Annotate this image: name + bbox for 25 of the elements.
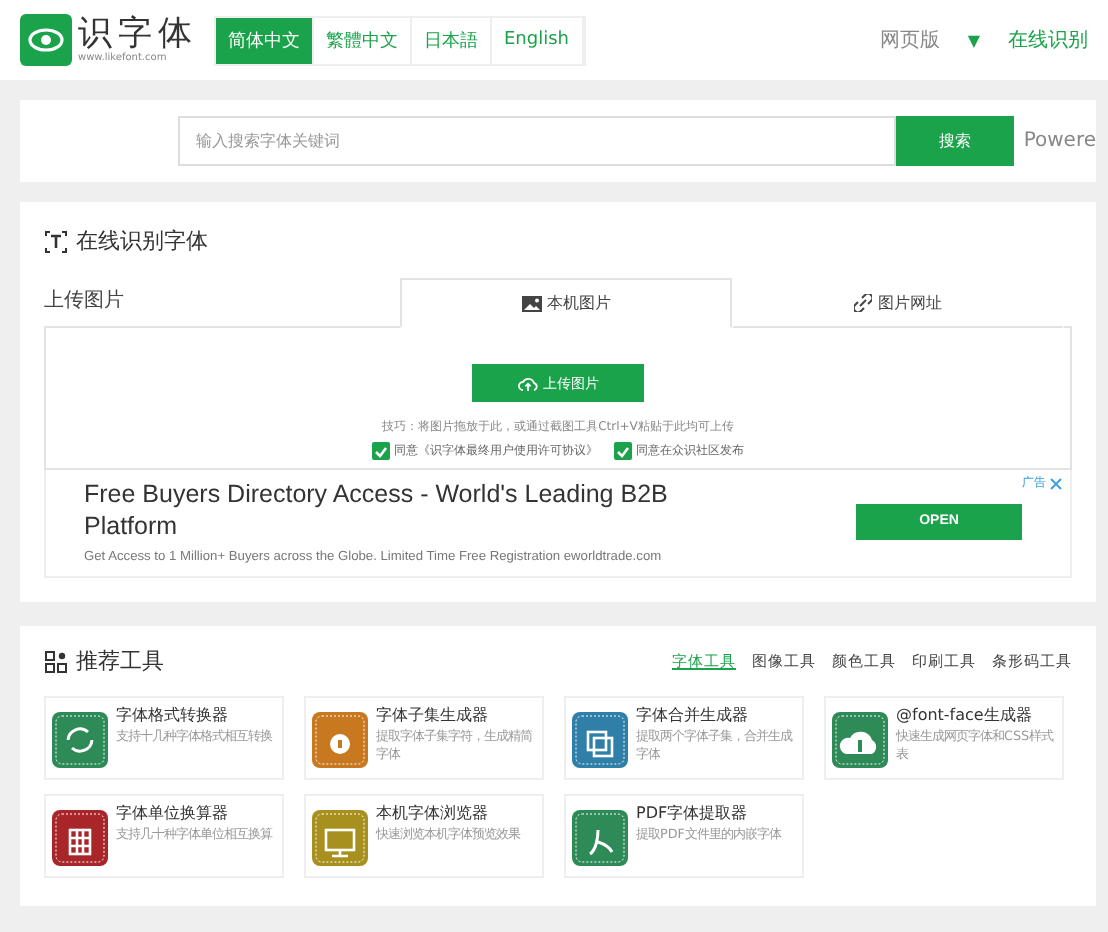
checkbox[interactable] [614, 442, 632, 460]
search-field[interactable]: 输入搜索字体关键词 [178, 116, 897, 166]
tool-name: 字体子集生成器 [376, 704, 490, 726]
ad-headline[interactable]: Free Buyers Directory Access - World's Leading B2B Platform [84, 478, 724, 542]
close-icon[interactable] [1050, 477, 1062, 489]
upload-label: 上传图片 [44, 287, 126, 316]
tool-name: 本机字体浏览器 [376, 802, 490, 824]
text-scan-icon [44, 229, 68, 253]
logo-text: 识字体 [78, 16, 198, 52]
logo-icon [20, 14, 72, 66]
image-icon [521, 295, 541, 311]
tool-name: @font-face生成器 [896, 704, 1034, 726]
tool-name: 字体格式转换器 [116, 704, 230, 726]
powered-text: Powere [1023, 130, 1096, 152]
source-tab[interactable]: 本机图片 [400, 278, 732, 328]
checkbox[interactable] [372, 442, 390, 460]
tool-name: 字体单位换算器 [116, 802, 230, 824]
tool-name: PDF字体提取器 [636, 802, 750, 824]
nav-link[interactable]: 网页版 [879, 26, 940, 54]
section-title: 在线识别字体 [76, 226, 208, 256]
cloud-upload-icon [517, 375, 537, 391]
tool-name: 字体合并生成器 [636, 704, 750, 726]
section-title: 推荐工具 [76, 646, 164, 676]
tools-icon [44, 649, 68, 673]
link-icon [854, 294, 872, 312]
